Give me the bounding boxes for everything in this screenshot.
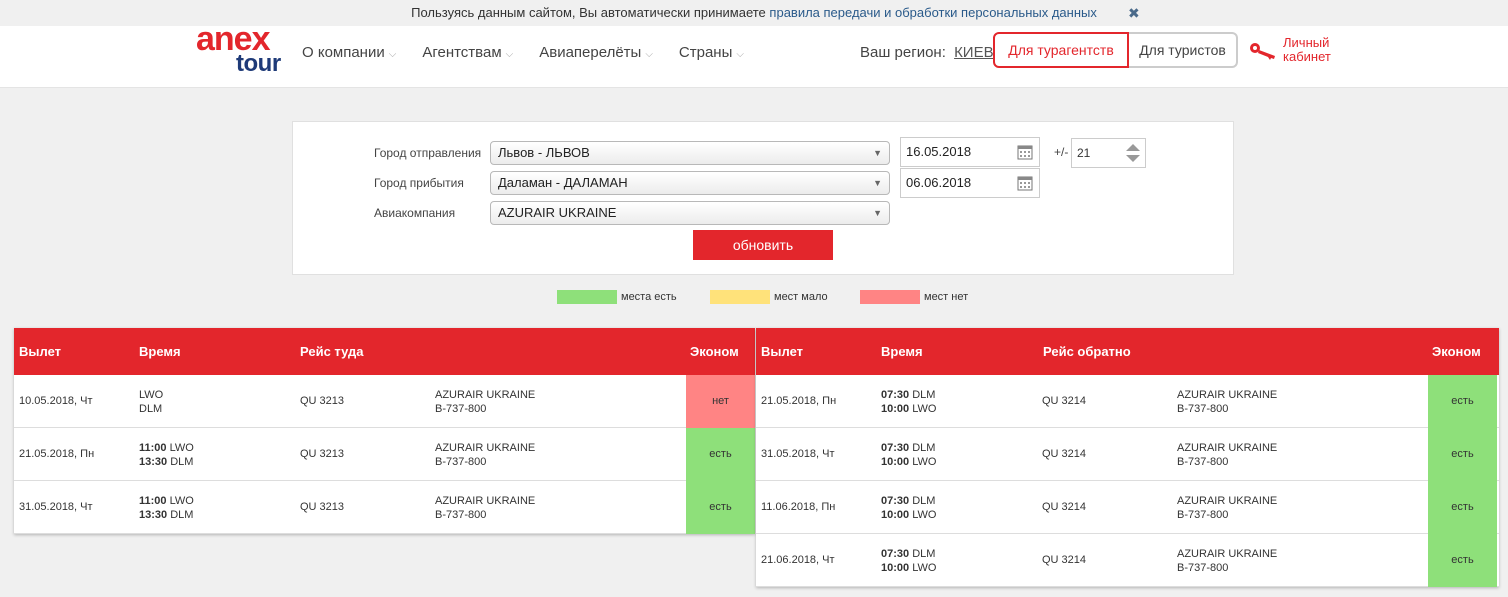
airline-select[interactable]: AZURAIR UKRAINE ▼ [490,201,890,225]
privacy-policy-link[interactable]: правила передачи и обработки персональны… [769,5,1096,20]
range-label: +/- [1054,145,1069,159]
anex-tour-logo[interactable]: anex tour [196,20,290,84]
calendar-icon[interactable] [1017,144,1033,160]
main-nav: О компании ⌵ Агентствам ⌵ Авиаперелёты ⌵ Ст… [302,44,770,61]
search-panel: Город отправления Львов - ЛЬВОВ ▼ Город … [292,121,1234,275]
flight-number: QU 3213 [300,501,345,513]
departure-date: 11.06.2018, Пн [761,501,836,513]
flight-times: 07:30 DLM 10:00 LWO [881,389,937,415]
economy-availability[interactable]: есть [1428,375,1497,428]
cabinet-label: Личный кабинет [1283,35,1331,64]
nav-flights[interactable]: Авиаперелёты ⌵ [539,44,653,61]
nav-agencies[interactable]: Агентствам ⌵ [422,44,513,61]
airline-info: AZURAIR UKRAINE B-737-800 [1177,548,1278,574]
arrival-label: Город прибытия [374,176,464,190]
caret-down-icon: ▼ [873,148,882,158]
flight-times: 11:00 LWO 13:30 DLM [139,495,194,521]
flight-number: QU 3214 [1042,501,1087,513]
airline-label: Авиакомпания [374,206,456,220]
date-to-input[interactable]: 06.06.2018 [900,168,1040,198]
arrival-select[interactable]: Даламан - ДАЛАМАН ▼ [490,171,890,195]
chevron-down-icon: ⌵ [505,49,514,60]
airline-info: AZURAIR UKRAINE B-737-800 [435,442,536,468]
caret-down-icon: ▼ [873,178,882,188]
economy-availability[interactable]: нет [686,375,755,428]
economy-availability[interactable]: есть [686,481,755,534]
economy-availability[interactable]: есть [1428,481,1497,534]
economy-availability[interactable]: есть [1428,428,1497,481]
cookie-text: Пользуясь данным сайтом, Вы автоматическ… [411,5,766,20]
flight-times: 07:30 DLM 10:00 LWO [881,548,937,574]
airline-info: AZURAIR UKRAINE B-737-800 [1177,495,1278,521]
table-header: Вылет Время Рейс туда Эконом [14,328,755,375]
table-row[interactable]: 11.06.2018, Пн 07:30 DLM 10:00 LWO QU 3214 A… [756,481,1499,534]
table-row[interactable]: 10.05.2018, Чт LWO DLM QU 3213 AZURAIR UKR… [14,375,755,428]
for-tourists-button[interactable]: Для туристов [1129,32,1238,68]
departure-date: 21.05.2018, Пн [19,448,95,460]
range-days-stepper[interactable]: 21 [1071,138,1146,168]
stepper-arrows-icon[interactable] [1124,142,1142,164]
flight-times: 07:30 DLM 10:00 LWO [881,442,937,468]
flight-times: 11:00 LWO 13:30 DLM [139,442,194,468]
flight-number: QU 3214 [1042,395,1087,407]
nav-countries[interactable]: Страны ⌵ [679,44,744,61]
calendar-icon[interactable] [1017,175,1033,191]
departure-date: 10.05.2018, Чт [19,395,93,407]
key-icon [1250,43,1275,60]
date-from-input[interactable]: 16.05.2018 [900,137,1040,167]
chevron-down-icon: ⌵ [736,49,744,60]
departure-date: 21.06.2018, Чт [761,554,835,566]
legend-swatch-green [557,290,617,304]
chevron-down-icon: ⌵ [645,49,653,60]
economy-availability[interactable]: есть [1428,534,1497,587]
flight-times: LWO DLM [139,389,164,415]
flight-number: QU 3213 [300,448,345,460]
departure-date: 21.05.2018, Пн [761,395,837,407]
region-label: Ваш регион: [860,44,946,61]
nav-about[interactable]: О компании ⌵ [302,44,396,61]
departure-date: 31.05.2018, Чт [19,501,93,513]
site-header: anex tour О компании ⌵ Агентствам ⌵ Авиапе… [0,20,1508,88]
update-button[interactable]: обновить [693,230,833,260]
legend-swatch-red [860,290,920,304]
airline-info: AZURAIR UKRAINE B-737-800 [1177,442,1278,468]
return-flights-table: Вылет Время Рейс обратно Эконом 21.05.20… [756,328,1499,587]
for-agents-button[interactable]: Для турагентств [993,32,1129,68]
departure-label: Город отправления [374,146,482,160]
flight-number: QU 3214 [1042,448,1087,460]
airline-info: AZURAIR UKRAINE B-737-800 [435,389,536,415]
airline-info: AZURAIR UKRAINE B-737-800 [435,495,536,521]
table-row[interactable]: 31.05.2018, Чт 11:00 LWO 13:30 DLM QU 3213 A… [14,481,755,534]
departure-select[interactable]: Львов - ЛЬВОВ ▼ [490,141,890,165]
outbound-flights-table: Вылет Время Рейс туда Эконом 10.05.2018,… [14,328,755,534]
economy-availability[interactable]: есть [686,428,755,481]
departure-date: 31.05.2018, Чт [761,448,835,460]
close-icon[interactable]: ✖ [1128,0,1140,26]
table-row[interactable]: 21.05.2018, Пн 07:30 DLM 10:00 LWO QU 3214 A… [756,375,1499,428]
region-selector: Ваш регион: КИЕВ [860,44,994,61]
table-row[interactable]: 31.05.2018, Чт 07:30 DLM 10:00 LWO QU 3214 A… [756,428,1499,481]
table-row[interactable]: 21.06.2018, Чт 07:30 DLM 10:00 LWO QU 3214 A… [756,534,1499,587]
personal-cabinet-link[interactable]: Личный кабинет [1248,36,1348,68]
caret-down-icon: ▼ [873,208,882,218]
table-row[interactable]: 21.05.2018, Пн 11:00 LWO 13:30 DLM QU 3213 A… [14,428,755,481]
region-city-link[interactable]: КИЕВ [954,44,994,61]
table-header: Вылет Время Рейс обратно Эконом [756,328,1499,375]
legend-swatch-yellow [710,290,770,304]
airline-info: AZURAIR UKRAINE B-737-800 [1177,389,1278,415]
flight-number: QU 3214 [1042,554,1087,566]
flight-times: 07:30 DLM 10:00 LWO [881,495,937,521]
chevron-down-icon: ⌵ [388,49,397,60]
logo-tour: tour [236,50,281,77]
flight-number: QU 3213 [300,395,345,407]
